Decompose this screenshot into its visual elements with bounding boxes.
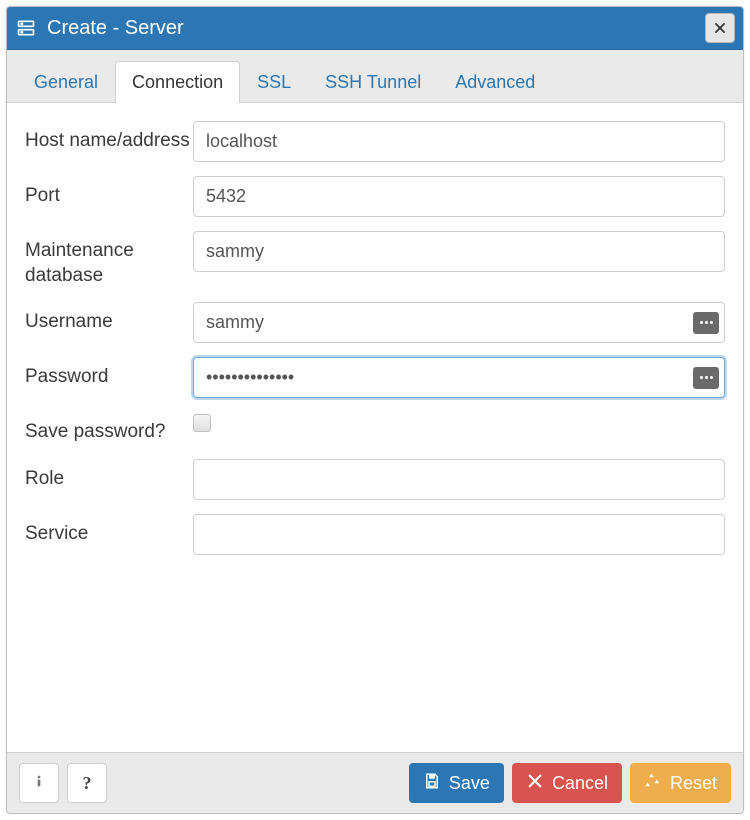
dialog-titlebar: Create - Server bbox=[7, 7, 743, 50]
password-options-button[interactable] bbox=[693, 367, 719, 389]
save-button[interactable]: Save bbox=[409, 763, 504, 803]
info-button[interactable] bbox=[19, 763, 59, 803]
tab-ssl[interactable]: SSL bbox=[240, 61, 308, 103]
save-button-label: Save bbox=[449, 773, 490, 794]
tab-connection[interactable]: Connection bbox=[115, 61, 240, 103]
info-icon bbox=[31, 772, 47, 795]
maintenance-db-input[interactable] bbox=[193, 231, 725, 272]
tab-bar: General Connection SSL SSH Tunnel Advanc… bbox=[7, 50, 743, 103]
host-input[interactable] bbox=[193, 121, 725, 162]
port-label: Port bbox=[25, 176, 193, 209]
host-label: Host name/address bbox=[25, 121, 193, 154]
recycle-icon bbox=[644, 772, 662, 795]
service-label: Service bbox=[25, 514, 193, 547]
server-icon bbox=[15, 17, 37, 39]
password-input[interactable] bbox=[193, 357, 725, 398]
tab-general[interactable]: General bbox=[17, 61, 115, 103]
port-input[interactable] bbox=[193, 176, 725, 217]
username-input[interactable] bbox=[193, 302, 725, 343]
tab-ssh-tunnel[interactable]: SSH Tunnel bbox=[308, 61, 438, 103]
save-password-label: Save password? bbox=[25, 412, 193, 445]
dialog-footer: ? Save Cancel Reset bbox=[7, 752, 743, 813]
cancel-button-label: Cancel bbox=[552, 773, 608, 794]
save-icon bbox=[423, 772, 441, 795]
dialog-title: Create - Server bbox=[47, 17, 695, 40]
password-label: Password bbox=[25, 357, 193, 390]
ellipsis-icon bbox=[700, 321, 703, 324]
reset-button[interactable]: Reset bbox=[630, 763, 731, 803]
ellipsis-icon bbox=[700, 376, 703, 379]
reset-button-label: Reset bbox=[670, 773, 717, 794]
save-password-checkbox[interactable] bbox=[193, 414, 211, 432]
role-input[interactable] bbox=[193, 459, 725, 500]
close-icon bbox=[526, 772, 544, 795]
tab-advanced[interactable]: Advanced bbox=[438, 61, 552, 103]
maintenance-db-label: Maintenance database bbox=[25, 231, 193, 288]
username-label: Username bbox=[25, 302, 193, 335]
service-input[interactable] bbox=[193, 514, 725, 555]
close-button[interactable] bbox=[705, 13, 735, 43]
username-options-button[interactable] bbox=[693, 312, 719, 334]
role-label: Role bbox=[25, 459, 193, 492]
tab-content-connection: Host name/address Port Maintenance datab… bbox=[7, 103, 743, 752]
help-button[interactable]: ? bbox=[67, 763, 107, 803]
create-server-dialog: Create - Server General Connection SSL S… bbox=[6, 6, 744, 814]
help-icon: ? bbox=[83, 773, 92, 794]
cancel-button[interactable]: Cancel bbox=[512, 763, 622, 803]
